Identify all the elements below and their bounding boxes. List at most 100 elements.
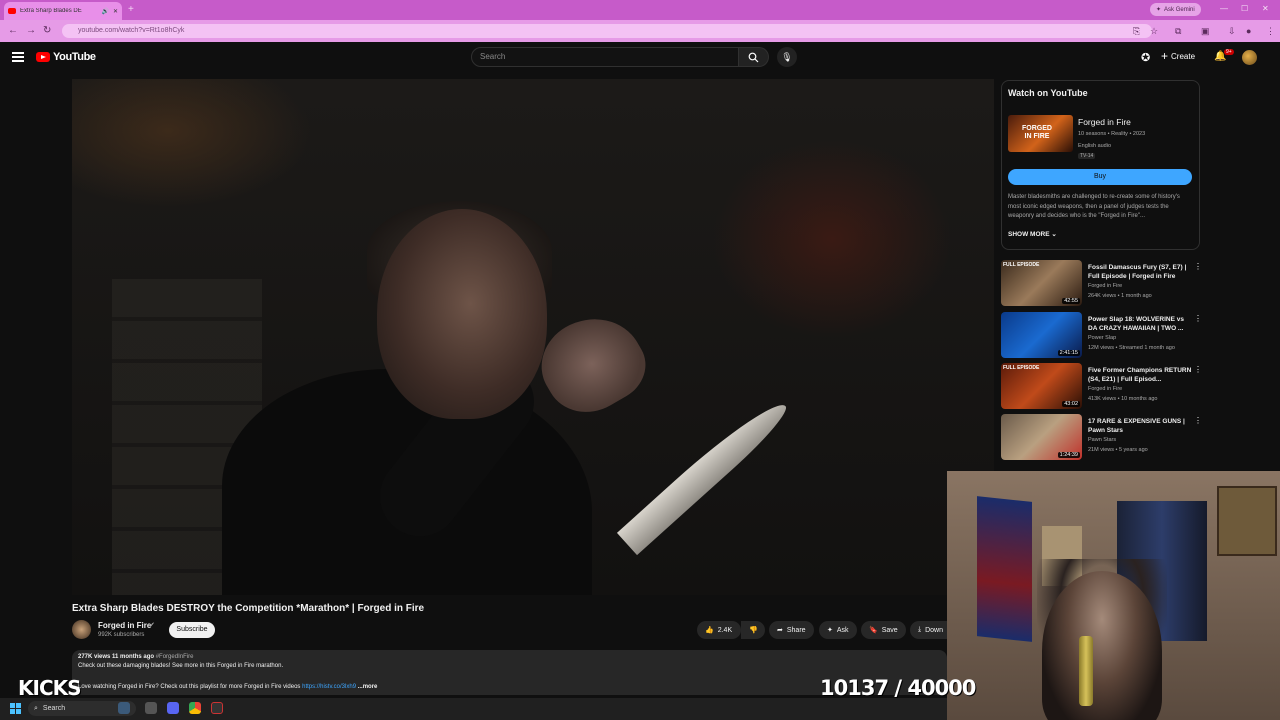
- rec-channel[interactable]: Pawn Stars: [1088, 437, 1116, 443]
- browser-tab[interactable]: Extra Sharp Blades DE 🔊 ✕: [4, 2, 122, 20]
- show-more-label: SHOW MORE: [1008, 231, 1050, 238]
- rec-channel[interactable]: Forged in Fire: [1088, 386, 1122, 392]
- webcam-poster: [1217, 486, 1277, 556]
- minimize-icon[interactable]: —: [1220, 4, 1228, 13]
- more-options-icon[interactable]: ⋮: [1194, 416, 1202, 425]
- dislike-button[interactable]: 👎: [741, 621, 765, 639]
- rec-duration: 1:24:39: [1057, 452, 1080, 458]
- tab-close-icon[interactable]: ✕: [113, 8, 118, 15]
- new-tab-icon[interactable]: +: [128, 4, 134, 15]
- profile-icon[interactable]: ●: [1246, 26, 1251, 36]
- maximize-icon[interactable]: ☐: [1241, 4, 1248, 13]
- rec-channel[interactable]: Power Slap: [1088, 335, 1116, 341]
- taskbar-app-icon[interactable]: [145, 702, 157, 714]
- rec-thumbnail[interactable]: 2:41:15: [1001, 312, 1082, 358]
- rec-stats: 413K views • 10 months ago: [1088, 396, 1158, 402]
- description-link[interactable]: https://histv.co/3lxh9: [302, 684, 356, 690]
- more-options-icon[interactable]: ⋮: [1194, 314, 1202, 323]
- webcam-person: [1042, 571, 1162, 720]
- chrome-icon[interactable]: [189, 702, 201, 714]
- rec-stats: 264K views • 1 month ago: [1088, 293, 1152, 299]
- reload-icon[interactable]: ↻: [43, 25, 51, 36]
- show-thumbnail[interactable]: FORGED IN FIRE: [1008, 115, 1073, 152]
- youtube-favicon-icon: [8, 8, 16, 14]
- sidepanel-icon[interactable]: ▣: [1201, 26, 1210, 37]
- user-avatar[interactable]: [1242, 50, 1257, 65]
- address-bar[interactable]: youtube.com/watch?v=Rt1o8hCyk: [62, 24, 1152, 38]
- windows-taskbar: [0, 698, 947, 720]
- ask-button[interactable]: ✦ Ask: [819, 621, 857, 639]
- rec-title[interactable]: Fossil Damascus Fury (S7, E7) | Full Epi…: [1088, 263, 1192, 281]
- downloads-icon[interactable]: ⇩: [1228, 26, 1236, 37]
- rec-thumbnail[interactable]: 1:24:39: [1001, 414, 1082, 460]
- subscribe-button[interactable]: Subscribe: [169, 622, 215, 638]
- hamburger-menu-icon[interactable]: [12, 52, 24, 62]
- more-link[interactable]: ...more: [358, 684, 378, 690]
- taskbar-app-icon[interactable]: [211, 702, 223, 714]
- stream-counter: 10137 / 40000: [820, 676, 976, 700]
- rec-duration: 2:41:15: [1057, 350, 1080, 356]
- bookmark-star-icon[interactable]: ☆: [1150, 26, 1158, 37]
- rec-thumbnail[interactable]: FULL EPISODE 42:55: [1001, 260, 1082, 306]
- rec-channel[interactable]: Forged in Fire: [1088, 283, 1122, 289]
- rec-title[interactable]: Power Slap 18: WOLVERINE vs DA CRAZY HAW…: [1088, 315, 1192, 333]
- video-frame-blade: [616, 392, 794, 556]
- window-close-icon[interactable]: ✕: [1262, 4, 1269, 13]
- panel-heading: Watch on YouTube: [1008, 88, 1088, 98]
- share-label: Share: [786, 626, 806, 634]
- search-input[interactable]: Search: [471, 47, 739, 67]
- taskbar-app-icon[interactable]: [118, 702, 130, 714]
- more-options-icon[interactable]: ⋮: [1194, 365, 1202, 374]
- show-meta: 10 seasons • Reality • 2023: [1078, 131, 1146, 137]
- gemini-icon: ✦: [1156, 7, 1162, 13]
- browser-tab-strip: [0, 0, 1280, 20]
- show-audio: English audio: [1078, 143, 1112, 149]
- forward-icon[interactable]: →: [26, 25, 36, 36]
- rec-title[interactable]: 17 RARE & EXPENSIVE GUNS | Pawn Stars: [1088, 417, 1192, 435]
- thumbs-down-icon: 👎: [749, 627, 758, 634]
- show-rating: TV-14: [1078, 153, 1096, 159]
- save-button[interactable]: 🔖 Save: [861, 621, 906, 639]
- rec-duration: 42:55: [1062, 298, 1080, 304]
- webcam-overlay: [947, 471, 1280, 720]
- video-title: Extra Sharp Blades DESTROY the Competiti…: [72, 603, 425, 614]
- ask-gemini-button[interactable]: ✦ Ask Gemini: [1150, 3, 1201, 16]
- youtube-logo-text: YouTube: [53, 51, 96, 63]
- windows-start-icon[interactable]: [10, 703, 21, 714]
- video-player[interactable]: [72, 79, 994, 595]
- show-more-button[interactable]: SHOW MORE ⌄: [1008, 230, 1057, 238]
- audio-icon[interactable]: 🔊: [101, 8, 108, 15]
- search-button[interactable]: [739, 47, 769, 67]
- hashtag[interactable]: #ForgedInFire: [156, 654, 194, 660]
- browser-menu-icon[interactable]: ⋮: [1266, 26, 1275, 37]
- description-text: Love watching Forged in Fire? Check out …: [78, 684, 301, 690]
- like-button[interactable]: 👍 2.4K: [697, 621, 741, 639]
- download-label: Down: [925, 626, 944, 634]
- rec-tag: FULL EPISODE: [1003, 365, 1040, 371]
- plus-icon: +: [1161, 49, 1169, 63]
- extensions-icon[interactable]: ⧉: [1175, 26, 1181, 37]
- cast-icon[interactable]: ✪: [1141, 51, 1150, 64]
- youtube-logo[interactable]: YouTube: [36, 51, 96, 63]
- video-meta: 277K views 11 months ago #ForgedInFire: [78, 654, 193, 660]
- video-frame-bg: [72, 79, 312, 209]
- channel-avatar[interactable]: [72, 620, 91, 639]
- more-options-icon[interactable]: ⋮: [1194, 262, 1202, 271]
- rec-thumbnail[interactable]: FULL EPISODE 43:02: [1001, 363, 1082, 409]
- show-title[interactable]: Forged in Fire: [1078, 117, 1131, 127]
- share-button[interactable]: ➦ Share: [769, 621, 814, 639]
- voice-search-button[interactable]: 🎙: [777, 47, 797, 67]
- microphone-icon: 🎙: [781, 51, 793, 62]
- channel-name[interactable]: Forged in Fire: [98, 621, 151, 630]
- download-button[interactable]: ⤓ Down: [910, 621, 947, 639]
- buy-button[interactable]: Buy: [1008, 169, 1192, 185]
- show-logo: FORGED IN FIRE: [1022, 125, 1052, 140]
- description-line: Check out these damaging blades! See mor…: [78, 663, 284, 669]
- discord-icon[interactable]: [167, 702, 179, 714]
- install-icon[interactable]: ⎘: [1133, 26, 1140, 37]
- rec-title[interactable]: Five Former Champions RETURN (S4, E21) |…: [1088, 366, 1192, 384]
- back-icon[interactable]: ←: [8, 25, 18, 36]
- rec-tag: FULL EPISODE: [1003, 262, 1040, 268]
- verified-check-icon: ✔: [149, 622, 155, 629]
- create-button[interactable]: + Create: [1161, 49, 1195, 63]
